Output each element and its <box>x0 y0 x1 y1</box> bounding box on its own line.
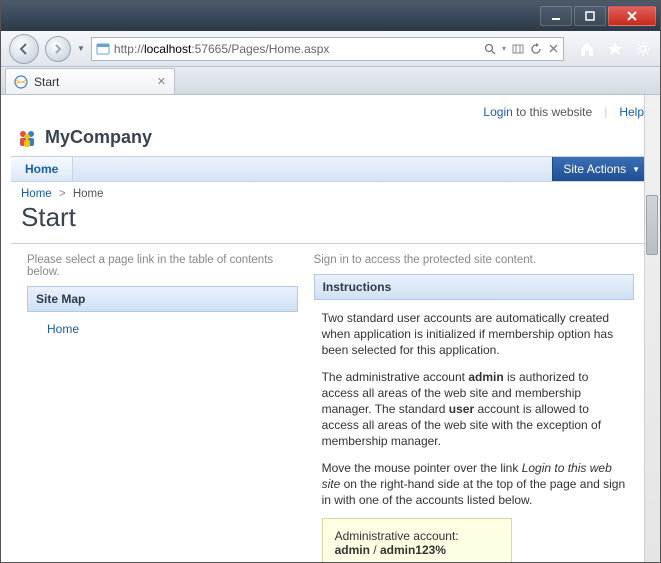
window-titlebar <box>1 1 660 31</box>
sitemap-panel-body: Home <box>27 312 298 346</box>
history-dropdown-icon[interactable]: ▼ <box>77 44 85 53</box>
breadcrumb-root[interactable]: Home <box>21 188 52 200</box>
instructions-para-3: Move the mouse pointer over the link Log… <box>322 460 626 509</box>
scrollbar-track[interactable] <box>644 95 660 562</box>
compat-view-icon[interactable] <box>512 43 524 55</box>
search-split-icon[interactable]: ▾ <box>502 44 506 53</box>
tab-title: Start <box>34 75 59 89</box>
forward-button[interactable] <box>45 36 71 62</box>
brand-bar: MyCompany <box>11 123 650 156</box>
favorites-icon[interactable] <box>606 40 624 58</box>
browser-command-icons <box>570 40 652 58</box>
menu-home[interactable]: Home <box>11 157 73 181</box>
cred-admin-user: admin <box>335 543 370 557</box>
page-content: Login to this website | Help MyCompany H… <box>1 95 660 562</box>
credentials-box: Administrative account: admin / admin123… <box>322 518 512 562</box>
window-close-button[interactable] <box>608 6 656 26</box>
stop-button[interactable] <box>548 43 559 54</box>
breadcrumb-sep: > <box>59 188 66 200</box>
company-logo-icon <box>17 128 37 148</box>
page-title: Start <box>11 202 650 244</box>
tab-strip: Start ✕ <box>1 67 660 95</box>
chevron-down-icon: ▼ <box>632 165 640 174</box>
top-link-bar: Login to this website | Help <box>11 101 650 123</box>
window-maximize-button[interactable] <box>574 6 606 26</box>
tab-favicon-icon <box>14 75 28 89</box>
browser-toolbar: ▼ http://localhost:57665/Pages/Home.aspx… <box>1 31 660 67</box>
site-actions-button[interactable]: Site Actions ▼ <box>552 157 650 181</box>
refresh-button[interactable] <box>530 43 542 55</box>
breadcrumb-current: Home <box>73 188 104 200</box>
right-desc: Sign in to access the protected site con… <box>314 254 634 266</box>
cred-admin-label: Administrative account: <box>335 529 499 543</box>
tab-close-icon[interactable]: ✕ <box>157 75 166 88</box>
breadcrumb: Home > Home <box>11 182 650 202</box>
tools-gear-icon[interactable] <box>634 40 652 58</box>
login-link[interactable]: Login to this website <box>483 105 592 119</box>
address-bar[interactable]: http://localhost:57665/Pages/Home.aspx ▾ <box>91 37 564 61</box>
help-link[interactable]: Help <box>619 105 644 119</box>
main-menu: Home Site Actions ▼ <box>11 156 650 182</box>
url-text: http://localhost:57665/Pages/Home.aspx <box>114 42 480 56</box>
left-column: Please select a page link in the table o… <box>19 254 306 562</box>
content-columns: Please select a page link in the table o… <box>11 244 650 562</box>
sitemap-panel-header: Site Map <box>27 286 298 312</box>
back-button[interactable] <box>9 34 39 64</box>
page-favicon-icon <box>96 42 110 56</box>
instructions-para-2: The administrative account admin is auth… <box>322 369 626 450</box>
right-column: Sign in to access the protected site con… <box>306 254 642 562</box>
left-desc: Please select a page link in the table o… <box>27 254 298 278</box>
browser-window: ▼ http://localhost:57665/Pages/Home.aspx… <box>0 0 661 563</box>
scrollbar-thumb[interactable] <box>646 195 658 255</box>
instructions-panel-body: Two standard user accounts are automatic… <box>314 300 634 562</box>
search-dropdown-icon[interactable] <box>484 43 496 55</box>
instructions-panel-header: Instructions <box>314 274 634 300</box>
instructions-para-1: Two standard user accounts are automatic… <box>322 310 626 359</box>
cred-admin: Administrative account: admin / admin123… <box>335 529 499 557</box>
company-name: MyCompany <box>45 127 152 148</box>
sitemap-link-home[interactable]: Home <box>47 322 79 336</box>
window-minimize-button[interactable] <box>540 6 572 26</box>
address-tools: ▾ <box>484 43 559 55</box>
browser-tab[interactable]: Start ✕ <box>5 68 175 94</box>
site-actions-label: Site Actions <box>563 162 626 176</box>
divider: | <box>604 105 607 119</box>
home-icon[interactable] <box>578 40 596 58</box>
cred-admin-pass: admin123% <box>380 543 446 557</box>
